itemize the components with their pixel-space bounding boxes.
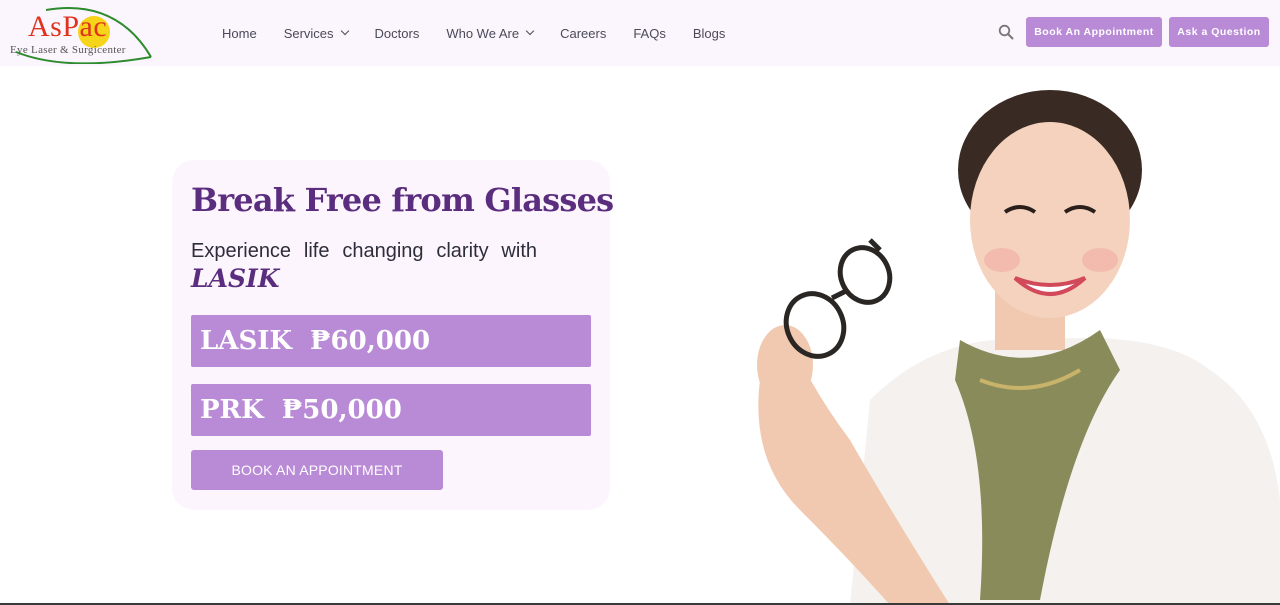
hero-headline: Break Free from Glasses <box>191 181 614 219</box>
ask-question-button[interactable]: Ask a Question <box>1169 17 1269 47</box>
main-nav: Home Services Doctors Who We Are Careers… <box>222 0 752 66</box>
prk-price-box: PRK ₱50,000 <box>191 384 591 436</box>
nav-doctors[interactable]: Doctors <box>375 26 420 41</box>
brand-logo[interactable]: AsPac Eye Laser & Surgicenter <box>6 2 156 64</box>
chevron-down-icon <box>340 26 349 36</box>
search-icon[interactable] <box>998 24 1014 40</box>
lasik-price: ₱60,000 <box>310 326 431 356</box>
nav-careers-label: Careers <box>560 25 607 41</box>
lasik-label: LASIK <box>200 326 292 356</box>
prk-label: PRK <box>200 395 264 425</box>
hero-subline: Experience life changing clarity with <box>191 240 537 262</box>
nav-who-we-are[interactable]: Who We Are <box>446 25 535 41</box>
nav-faqs[interactable]: FAQs <box>633 26 666 41</box>
nav-services-label: Services <box>283 25 334 41</box>
nav-blogs[interactable]: Blogs <box>693 26 726 41</box>
site-header: AsPac Eye Laser & Surgicenter Home Servi… <box>0 0 1280 66</box>
chevron-down-icon <box>525 26 535 36</box>
hero-book-appointment-button[interactable]: BOOK AN APPOINTMENT <box>191 450 443 490</box>
hero-subline-emphasis: LASIK <box>191 264 280 293</box>
nav-blogs-label: Blogs <box>692 25 726 41</box>
logo-tagline: Eye Laser & Surgicenter <box>10 44 126 56</box>
nav-home[interactable]: Home <box>222 26 257 41</box>
nav-services[interactable]: Services <box>283 25 349 41</box>
book-appointment-button[interactable]: Book An Appointment <box>1026 17 1162 47</box>
logo-name: AsPac <box>28 10 108 43</box>
prk-price: ₱50,000 <box>281 395 402 425</box>
nav-who-we-are-label: Who We Are <box>446 25 520 41</box>
nav-doctors-label: Doctors <box>374 25 420 41</box>
woman-with-glasses-illustration <box>757 90 1280 605</box>
nav-faqs-label: FAQs <box>633 25 666 41</box>
lasik-price-box: LASIK ₱60,000 <box>191 315 591 367</box>
nav-careers[interactable]: Careers <box>560 26 606 41</box>
nav-home-label: Home <box>222 25 257 41</box>
hero-image <box>740 80 1280 605</box>
